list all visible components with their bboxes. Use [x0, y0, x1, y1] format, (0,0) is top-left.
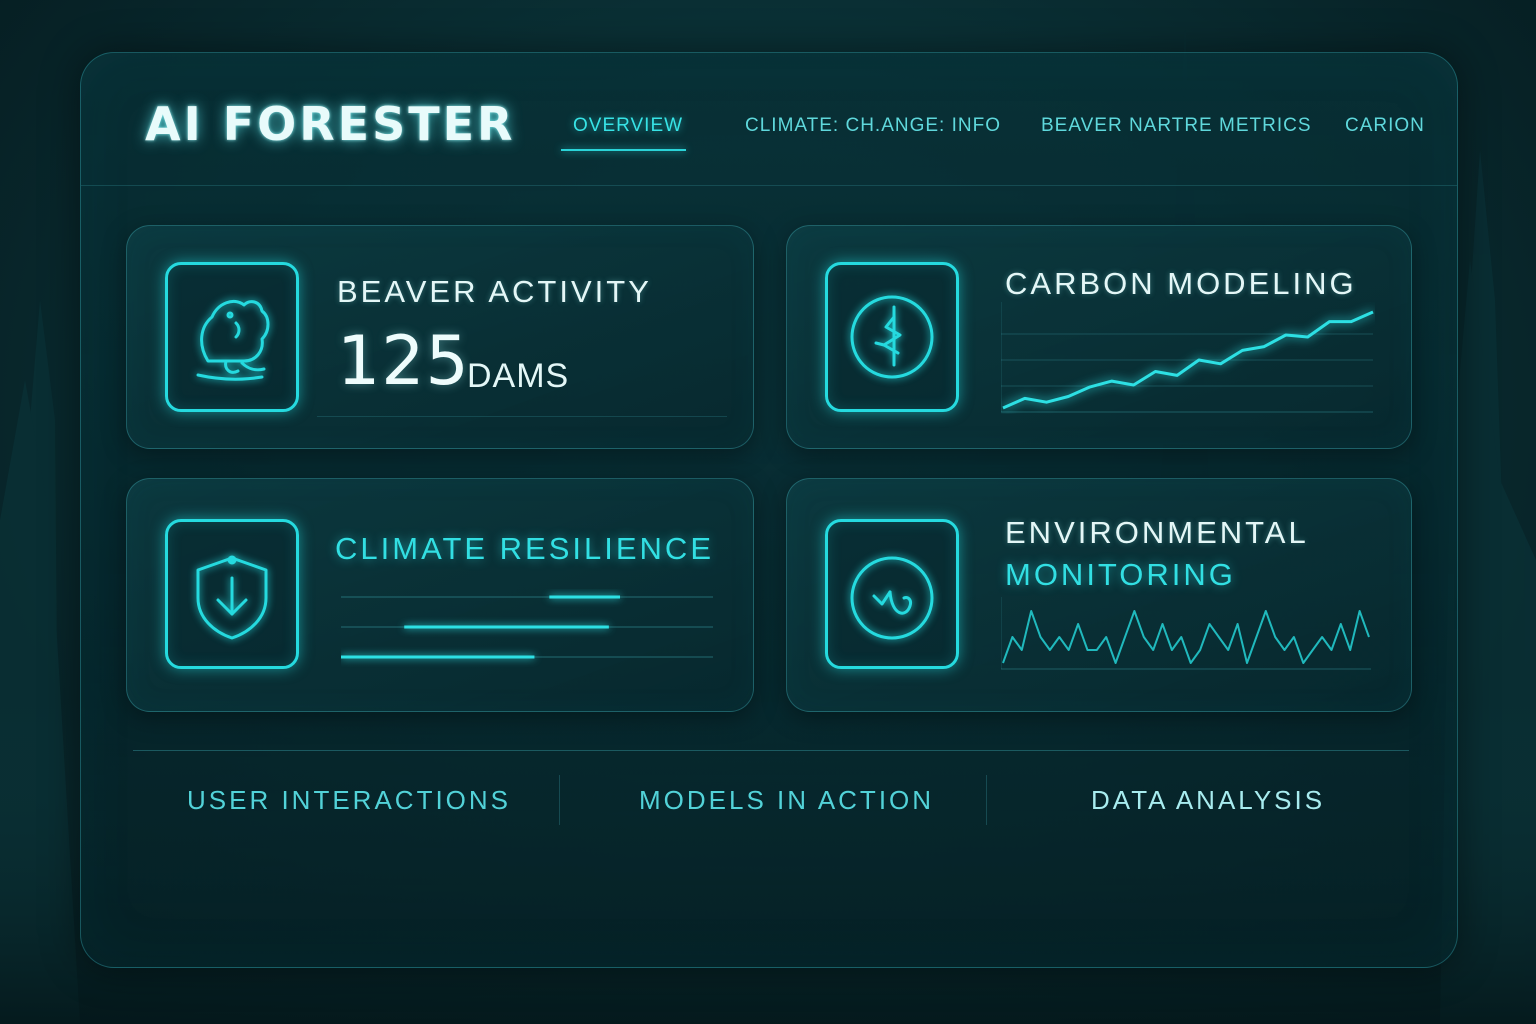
beaver-icon [196, 300, 270, 381]
nav-active-indicator [561, 149, 686, 151]
monitoring-icon-box [825, 519, 959, 669]
dam-count-value: 125 [337, 322, 470, 401]
dashboard-panel: AI FORESTER OVERVIEW CLIMATE: CH.ANGE: I… [80, 52, 1458, 968]
resilience-bars [341, 595, 713, 659]
climate-resilience-title: CLIMATE RESILIENCE [335, 531, 715, 566]
beaver-baseline [317, 416, 727, 417]
carbon-icon-box [825, 262, 959, 412]
footer-separator [986, 775, 987, 825]
app-title: AI FORESTER [145, 97, 516, 151]
shield-icon-box [165, 519, 299, 669]
environmental-signal-line [1002, 610, 1370, 664]
footer-link-user-interactions[interactable]: USER INTERACTIONS [187, 787, 511, 813]
carbon-leaf-icon [850, 295, 934, 379]
environmental-monitoring-card[interactable]: ENVIRONMENTAL MONITORING [786, 478, 1412, 712]
beaver-activity-card[interactable]: BEAVER ACTIVITY 125 DAMS [126, 225, 754, 449]
nav-tab-beaver-metrics[interactable]: BEAVER NARTRE METRICS [1041, 115, 1312, 137]
footer-link-data-analysis[interactable]: DATA ANALYSIS [1091, 787, 1325, 813]
beaver-activity-title: BEAVER ACTIVITY [337, 274, 652, 309]
footer-link-models-in-action[interactable]: MODELS IN ACTION [639, 787, 934, 813]
environmental-signal-chart [1001, 597, 1371, 670]
beaver-icon-box [165, 262, 299, 412]
monitoring-gauge-icon [850, 556, 934, 640]
nav-tab-climate-change-info[interactable]: CLIMATE: CH.ANGE: INFO [745, 115, 1001, 137]
footer-separator [559, 775, 560, 825]
nav-tab-carion[interactable]: CARION [1345, 115, 1425, 137]
environmental-title-line2: MONITORING [1005, 557, 1236, 592]
shield-icon [196, 555, 268, 640]
carbon-modeling-title: CARBON MODELING [1005, 266, 1357, 301]
footer-divider [133, 750, 1409, 751]
dam-count-unit: DAMS [467, 357, 570, 395]
climate-resilience-card[interactable]: CLIMATE RESILIENCE [126, 478, 754, 712]
carbon-trend-chart [1001, 302, 1374, 413]
environmental-title-line1: ENVIRONMENTAL [1005, 515, 1309, 550]
header-bar: AI FORESTER OVERVIEW CLIMATE: CH.ANGE: I… [81, 53, 1457, 186]
nav-tab-overview[interactable]: OVERVIEW [573, 115, 683, 137]
carbon-modeling-card[interactable]: CARBON MODELING [786, 225, 1412, 449]
